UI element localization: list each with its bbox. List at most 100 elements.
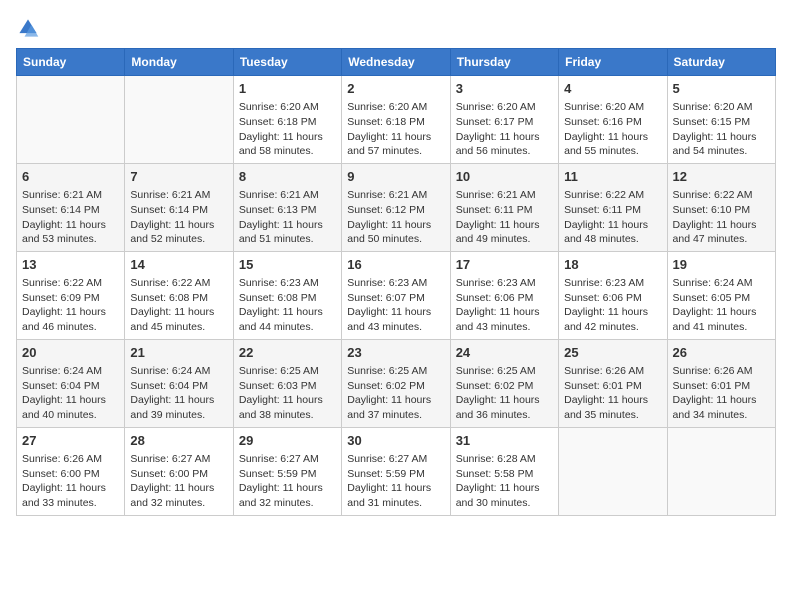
cell-text: Sunrise: 6:21 AM [22, 188, 119, 203]
cell-text: Sunset: 6:01 PM [673, 379, 770, 394]
cell-text: Sunset: 6:14 PM [130, 203, 227, 218]
cell-text: Daylight: 11 hours and 48 minutes. [564, 218, 661, 247]
day-number: 21 [130, 344, 227, 362]
cell-text: Sunset: 6:13 PM [239, 203, 336, 218]
day-header-sunday: Sunday [17, 49, 125, 76]
cell-text: Sunset: 6:09 PM [22, 291, 119, 306]
header [16, 16, 776, 40]
cell-text: Daylight: 11 hours and 31 minutes. [347, 481, 444, 510]
cell-text: Daylight: 11 hours and 54 minutes. [673, 130, 770, 159]
calendar-cell: 28Sunrise: 6:27 AMSunset: 6:00 PMDayligh… [125, 427, 233, 515]
day-header-monday: Monday [125, 49, 233, 76]
day-number: 17 [456, 256, 553, 274]
day-number: 18 [564, 256, 661, 274]
cell-text: Sunset: 6:18 PM [347, 115, 444, 130]
cell-text: Sunrise: 6:26 AM [22, 452, 119, 467]
day-number: 15 [239, 256, 336, 274]
calendar-cell: 1Sunrise: 6:20 AMSunset: 6:18 PMDaylight… [233, 76, 341, 164]
calendar-cell: 27Sunrise: 6:26 AMSunset: 6:00 PMDayligh… [17, 427, 125, 515]
cell-text: Sunrise: 6:27 AM [130, 452, 227, 467]
day-number: 10 [456, 168, 553, 186]
cell-text: Sunrise: 6:28 AM [456, 452, 553, 467]
cell-text: Sunrise: 6:24 AM [130, 364, 227, 379]
cell-text: Sunrise: 6:21 AM [130, 188, 227, 203]
calendar-cell: 29Sunrise: 6:27 AMSunset: 5:59 PMDayligh… [233, 427, 341, 515]
cell-text: Sunset: 6:11 PM [456, 203, 553, 218]
cell-text: Daylight: 11 hours and 32 minutes. [130, 481, 227, 510]
calendar-cell: 23Sunrise: 6:25 AMSunset: 6:02 PMDayligh… [342, 339, 450, 427]
day-number: 16 [347, 256, 444, 274]
cell-text: Sunset: 6:02 PM [456, 379, 553, 394]
day-number: 25 [564, 344, 661, 362]
day-number: 12 [673, 168, 770, 186]
cell-text: Sunrise: 6:24 AM [673, 276, 770, 291]
cell-text: Daylight: 11 hours and 37 minutes. [347, 393, 444, 422]
calendar-cell: 15Sunrise: 6:23 AMSunset: 6:08 PMDayligh… [233, 251, 341, 339]
day-number: 29 [239, 432, 336, 450]
cell-text: Daylight: 11 hours and 45 minutes. [130, 305, 227, 334]
day-header-thursday: Thursday [450, 49, 558, 76]
cell-text: Daylight: 11 hours and 33 minutes. [22, 481, 119, 510]
cell-text: Sunset: 5:59 PM [347, 467, 444, 482]
calendar-cell: 20Sunrise: 6:24 AMSunset: 6:04 PMDayligh… [17, 339, 125, 427]
calendar-cell: 22 Sunrise: 6:25 AMSunset: 6:03 PMDayligh… [233, 339, 341, 427]
cell-text: Sunset: 6:04 PM [130, 379, 227, 394]
cell-text: Sunset: 6:08 PM [239, 291, 336, 306]
calendar-cell [667, 427, 775, 515]
cell-text: Sunrise: 6:22 AM [130, 276, 227, 291]
day-header-friday: Friday [559, 49, 667, 76]
cell-text: Sunrise: 6:22 AM [673, 188, 770, 203]
day-number: 28 [130, 432, 227, 450]
day-number: 1 [239, 80, 336, 98]
calendar-cell: 26Sunrise: 6:26 AMSunset: 6:01 PMDayligh… [667, 339, 775, 427]
calendar-cell: 18Sunrise: 6:23 AMSunset: 6:06 PMDayligh… [559, 251, 667, 339]
calendar-cell: 24Sunrise: 6:25 AMSunset: 6:02 PMDayligh… [450, 339, 558, 427]
cell-text: Daylight: 11 hours and 36 minutes. [456, 393, 553, 422]
cell-text: Sunset: 6:17 PM [456, 115, 553, 130]
day-number: 3 [456, 80, 553, 98]
cell-text: Sunrise: 6:26 AM [564, 364, 661, 379]
calendar-cell: 19Sunrise: 6:24 AMSunset: 6:05 PMDayligh… [667, 251, 775, 339]
cell-text: Daylight: 11 hours and 42 minutes. [564, 305, 661, 334]
day-number: 13 [22, 256, 119, 274]
day-number: 9 [347, 168, 444, 186]
cell-text: Sunrise: 6:20 AM [456, 100, 553, 115]
day-number: 8 [239, 168, 336, 186]
cell-text: Daylight: 11 hours and 38 minutes. [239, 393, 336, 422]
calendar-cell: 25Sunrise: 6:26 AMSunset: 6:01 PMDayligh… [559, 339, 667, 427]
day-number: 27 [22, 432, 119, 450]
cell-text: Daylight: 11 hours and 44 minutes. [239, 305, 336, 334]
cell-text: Sunrise: 6:23 AM [347, 276, 444, 291]
cell-text: Sunrise: 6:25 AM [239, 364, 336, 379]
calendar-cell [125, 76, 233, 164]
day-number: 30 [347, 432, 444, 450]
cell-text: Sunrise: 6:20 AM [564, 100, 661, 115]
day-number: 22 [239, 344, 336, 362]
calendar-cell: 8Sunrise: 6:21 AMSunset: 6:13 PMDaylight… [233, 163, 341, 251]
day-header-wednesday: Wednesday [342, 49, 450, 76]
cell-text: Sunset: 5:58 PM [456, 467, 553, 482]
cell-text: Sunset: 6:05 PM [673, 291, 770, 306]
calendar-cell: 5Sunrise: 6:20 AMSunset: 6:15 PMDaylight… [667, 76, 775, 164]
cell-text: Sunset: 6:02 PM [347, 379, 444, 394]
calendar-cell: 10Sunrise: 6:21 AMSunset: 6:11 PMDayligh… [450, 163, 558, 251]
cell-text: Daylight: 11 hours and 49 minutes. [456, 218, 553, 247]
cell-text: Sunset: 5:59 PM [239, 467, 336, 482]
cell-text: Daylight: 11 hours and 52 minutes. [130, 218, 227, 247]
cell-text: Daylight: 11 hours and 53 minutes. [22, 218, 119, 247]
cell-text: Sunrise: 6:21 AM [239, 188, 336, 203]
cell-text: Daylight: 11 hours and 35 minutes. [564, 393, 661, 422]
cell-text: Daylight: 11 hours and 47 minutes. [673, 218, 770, 247]
week-row-2: 6Sunrise: 6:21 AMSunset: 6:14 PMDaylight… [17, 163, 776, 251]
day-number: 14 [130, 256, 227, 274]
cell-text: Sunrise: 6:23 AM [456, 276, 553, 291]
calendar-cell: 30Sunrise: 6:27 AMSunset: 5:59 PMDayligh… [342, 427, 450, 515]
calendar-cell: 31Sunrise: 6:28 AMSunset: 5:58 PMDayligh… [450, 427, 558, 515]
cell-text: Sunset: 6:15 PM [673, 115, 770, 130]
cell-text: Sunrise: 6:20 AM [673, 100, 770, 115]
week-row-5: 27Sunrise: 6:26 AMSunset: 6:00 PMDayligh… [17, 427, 776, 515]
cell-text: Sunset: 6:16 PM [564, 115, 661, 130]
week-row-1: 1 Sunrise: 6:20 AM Sunset: 6:18 PM Daylight… [17, 76, 776, 164]
cell-text: Sunset: 6:03 PM [239, 379, 336, 394]
calendar-cell: 2Sunrise: 6:20 AMSunset: 6:18 PMDaylight… [342, 76, 450, 164]
